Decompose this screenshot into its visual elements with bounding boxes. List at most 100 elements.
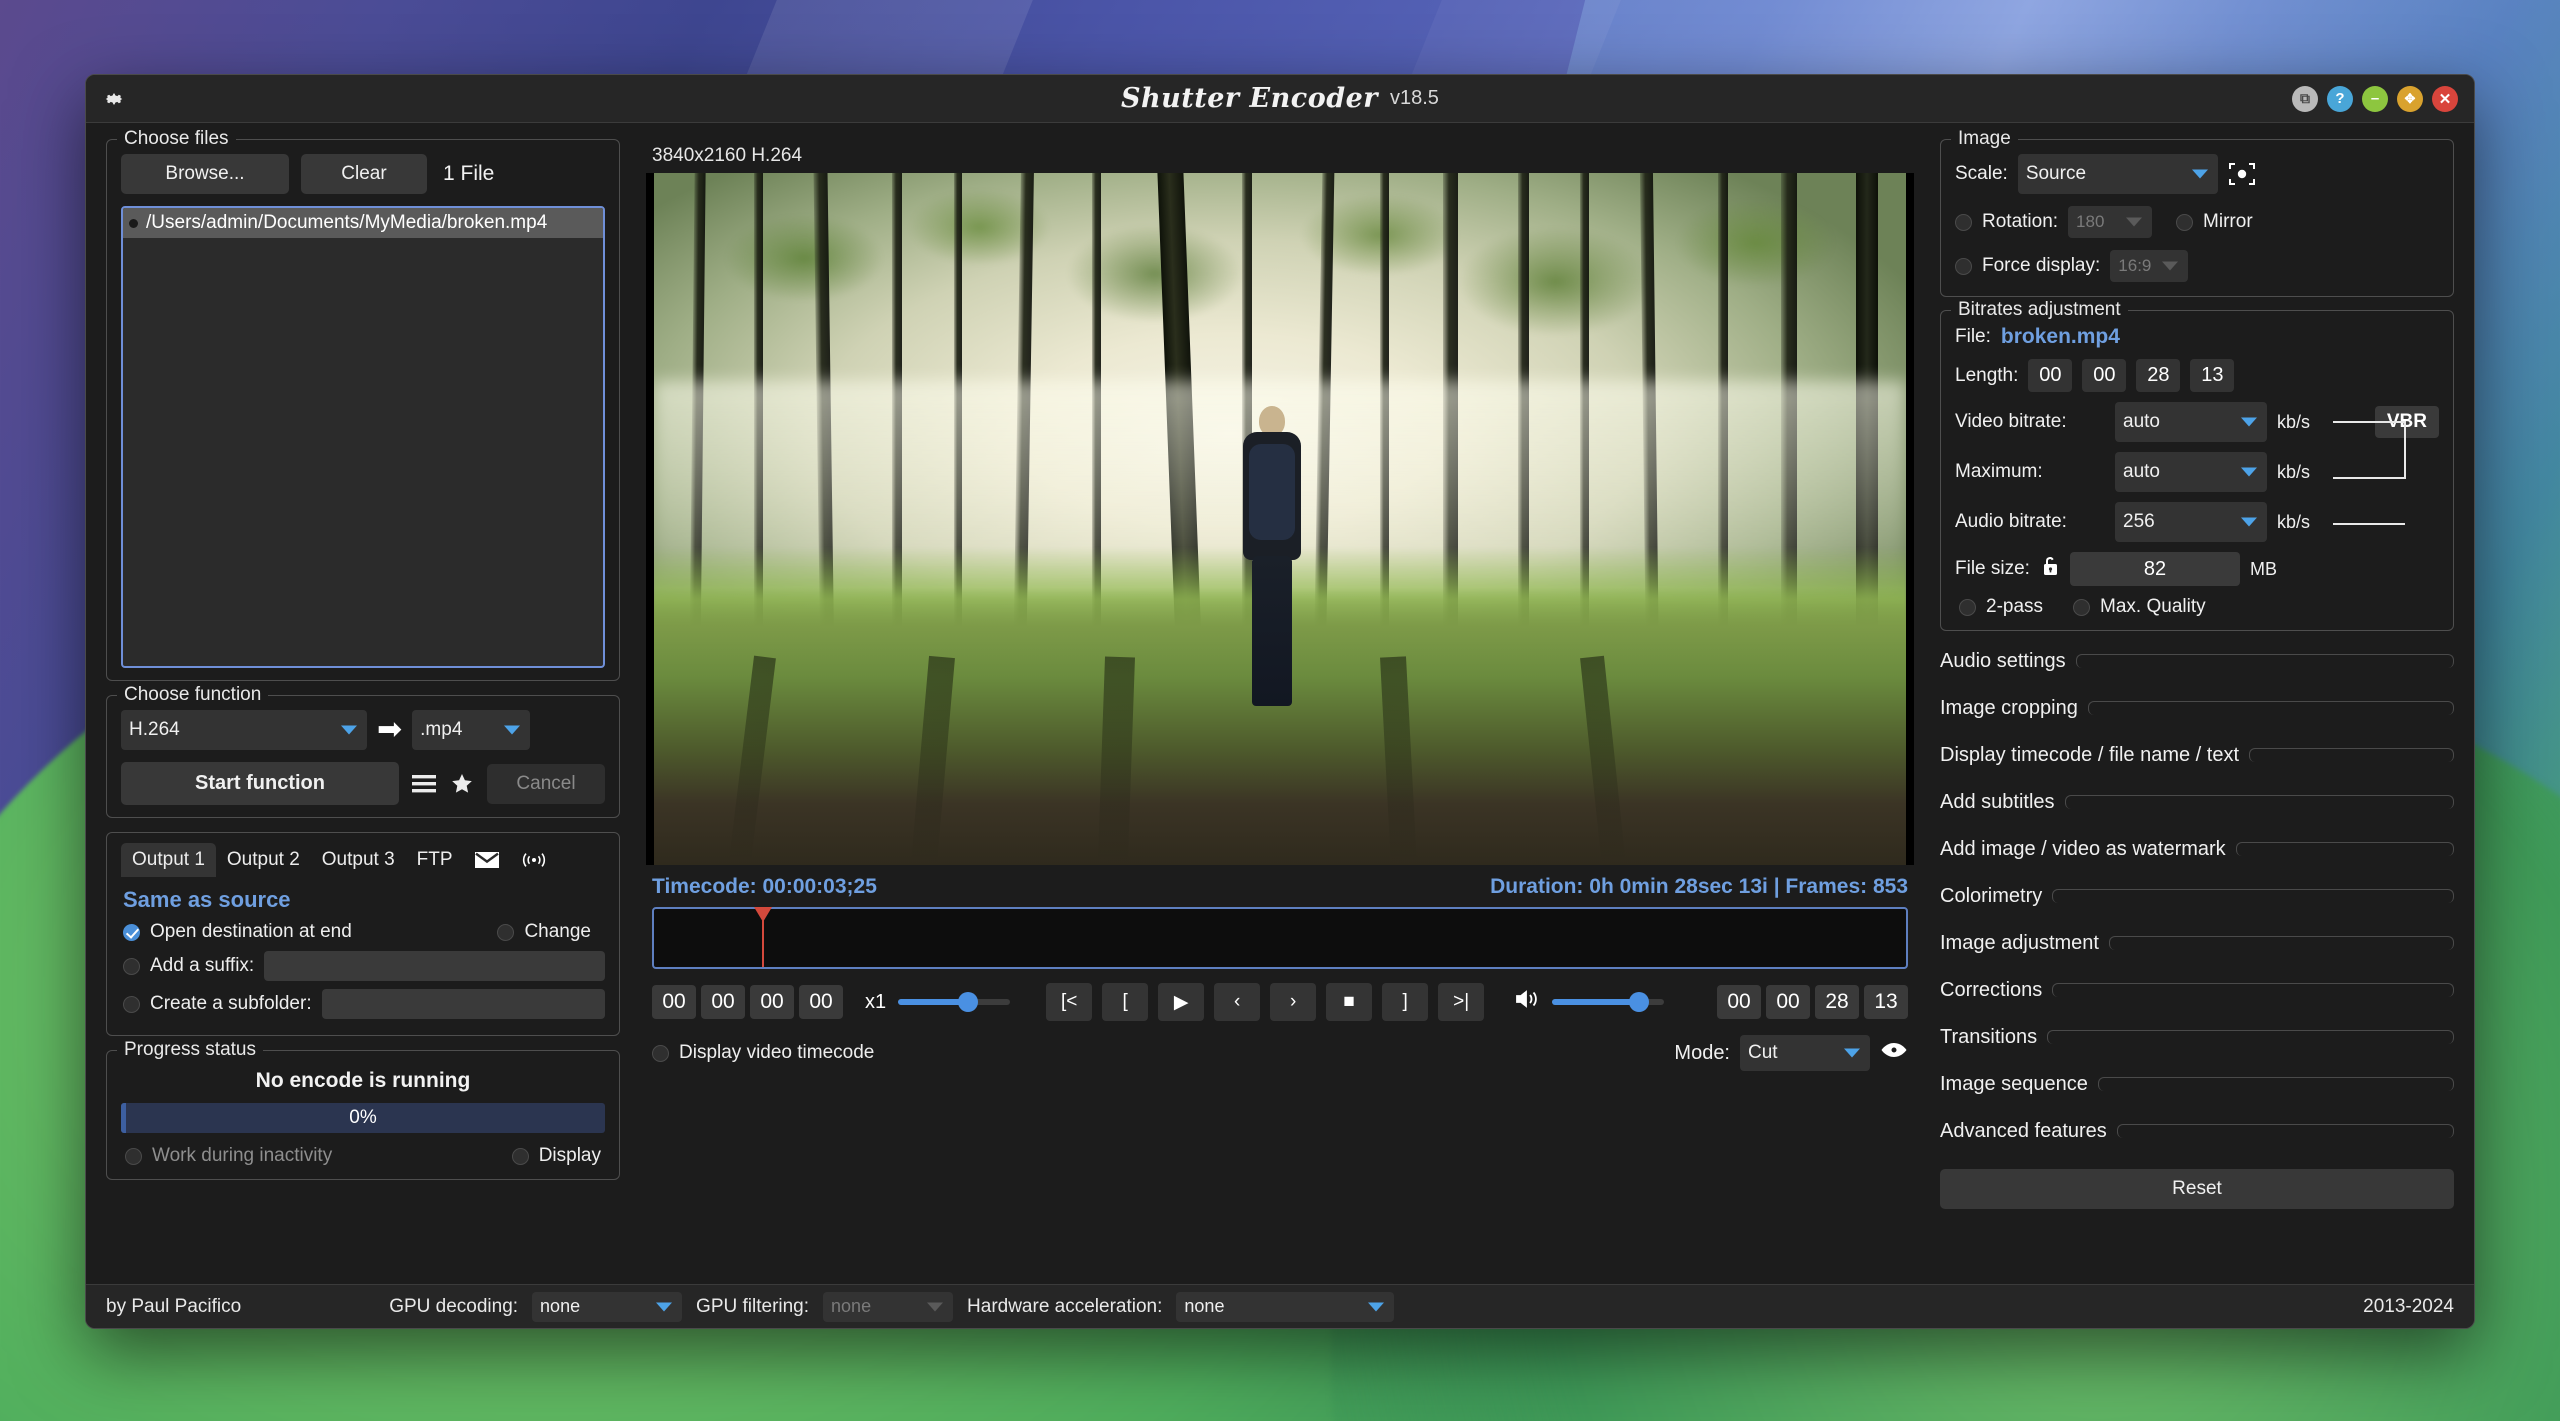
mark-in-button[interactable]: [ (1102, 983, 1149, 1021)
function-select[interactable]: H.264 (121, 710, 367, 750)
section-audio-settings[interactable]: Audio settings (1940, 644, 2454, 678)
audio-bitrate-select[interactable]: 256 (2115, 502, 2267, 542)
play-button[interactable]: ▶ (1158, 983, 1205, 1021)
two-pass-checkbox[interactable] (1959, 598, 1976, 616)
gear-icon[interactable] (102, 87, 126, 111)
mark-out-button[interactable]: ] (1382, 983, 1429, 1021)
reset-button[interactable]: Reset (1940, 1169, 2454, 1209)
clear-button[interactable]: Clear (301, 154, 427, 194)
close-button[interactable]: ✕ (2432, 85, 2458, 112)
section-display-timecode[interactable]: Display timecode / file name / text (1940, 738, 2454, 772)
cancel-button[interactable]: Cancel (487, 763, 605, 804)
go-to-start-button[interactable]: [< (1046, 983, 1093, 1021)
tab-output-1[interactable]: Output 1 (121, 843, 216, 877)
playhead-marker[interactable] (753, 907, 772, 967)
file-list[interactable]: /Users/admin/Documents/MyMedia/broken.mp… (121, 206, 605, 668)
mode-select[interactable]: Cut (1740, 1035, 1870, 1071)
progress-options: Work during inactivity Display (121, 1145, 605, 1167)
tab-output-2[interactable]: Output 2 (216, 843, 311, 877)
hamburger-menu-icon[interactable] (411, 773, 437, 795)
maximum-bitrate-select[interactable]: auto (2115, 452, 2267, 492)
display-checkbox[interactable] (511, 1147, 529, 1165)
video-bitrate-select[interactable]: auto (2115, 402, 2267, 442)
length-minutes[interactable]: 00 (2082, 359, 2127, 392)
speaker-icon[interactable] (1514, 988, 1540, 1017)
open-destination-row: Open destination at end Change (123, 921, 605, 943)
camera-snapshot-icon[interactable] (2228, 161, 2256, 187)
duplicate-window-button[interactable]: ⧉ (2292, 85, 2318, 112)
section-label: Corrections (1940, 978, 2043, 1001)
rotation-select[interactable]: 180 (2068, 206, 2153, 238)
length-seconds[interactable]: 28 (2136, 359, 2181, 392)
add-suffix-radio[interactable] (123, 957, 140, 975)
section-image-sequence[interactable]: Image sequence (1940, 1067, 2454, 1101)
list-item[interactable]: /Users/admin/Documents/MyMedia/broken.mp… (123, 208, 603, 238)
max-quality-checkbox[interactable] (2073, 598, 2091, 616)
step-forward-button[interactable]: › (1270, 983, 1317, 1021)
timeline-scrubber[interactable] (652, 907, 1908, 969)
in-tc-seconds[interactable]: 00 (750, 985, 794, 1019)
stop-button[interactable]: ■ (1326, 983, 1373, 1021)
star-icon[interactable] (449, 772, 475, 796)
section-add-watermark[interactable]: Add image / video as watermark (1940, 832, 2454, 866)
out-tc-hours[interactable]: 00 (1717, 985, 1761, 1019)
slider-knob[interactable] (1629, 992, 1650, 1012)
volume-slider[interactable] (1552, 991, 1665, 1013)
section-image-cropping[interactable]: Image cropping (1940, 691, 2454, 725)
out-tc-seconds[interactable]: 28 (1815, 985, 1859, 1019)
maximize-button[interactable]: ✥ (2397, 85, 2423, 112)
destination-label: Same as source (123, 887, 291, 912)
mirror-checkbox[interactable] (2176, 213, 2194, 231)
in-tc-minutes[interactable]: 00 (701, 985, 745, 1019)
eye-icon[interactable] (1880, 1040, 1908, 1066)
video-preview[interactable] (646, 173, 1914, 865)
file-size-label: File size: (1955, 558, 2030, 579)
section-label: Image cropping (1940, 696, 2078, 719)
chevron-down-icon (2126, 217, 2143, 227)
unlocked-padlock-icon[interactable] (2040, 554, 2060, 584)
minimize-button[interactable]: – (2362, 85, 2388, 112)
step-back-button[interactable]: ‹ (1214, 983, 1261, 1021)
section-add-subtitles[interactable]: Add subtitles (1940, 785, 2454, 819)
go-to-end-button[interactable]: >| (1438, 983, 1485, 1021)
section-advanced-features[interactable]: Advanced features (1940, 1114, 2454, 1148)
in-tc-frames[interactable]: 00 (799, 985, 843, 1019)
start-function-button[interactable]: Start function (121, 762, 399, 805)
tab-output-3[interactable]: Output 3 (311, 843, 406, 877)
gpu-decoding-select[interactable]: none (532, 1291, 683, 1322)
help-button[interactable]: ? (2327, 85, 2353, 112)
subfolder-input[interactable] (321, 989, 605, 1019)
out-tc-minutes[interactable]: 00 (1766, 985, 1810, 1019)
force-display-select[interactable]: 16:9 (2110, 250, 2189, 282)
window-body: Choose files Browse... Clear 1 File /Use… (86, 123, 2474, 1284)
file-size-input[interactable]: 82 (2069, 552, 2240, 586)
section-corrections[interactable]: Corrections (1940, 973, 2454, 1007)
work-inactivity-checkbox[interactable] (125, 1147, 142, 1165)
length-frames[interactable]: 13 (2190, 359, 2235, 392)
display-video-timecode-checkbox[interactable] (652, 1044, 669, 1062)
section-image-adjustment[interactable]: Image adjustment (1940, 926, 2454, 960)
mail-icon[interactable] (464, 847, 510, 873)
scale-select[interactable]: Source (2017, 154, 2218, 194)
playback-speed-slider[interactable] (898, 991, 1011, 1013)
broadcast-icon[interactable] (510, 847, 558, 873)
section-transitions[interactable]: Transitions (1940, 1020, 2454, 1054)
create-subfolder-radio[interactable] (123, 995, 140, 1013)
force-display-checkbox[interactable] (1955, 257, 1972, 275)
browse-button[interactable]: Browse... (121, 154, 289, 194)
rotation-checkbox[interactable] (1955, 213, 1972, 231)
extension-select[interactable]: .mp4 (412, 710, 531, 750)
in-tc-hours[interactable]: 00 (652, 985, 696, 1019)
length-hours[interactable]: 00 (2028, 359, 2073, 392)
change-radio[interactable] (497, 923, 515, 941)
section-colorimetry[interactable]: Colorimetry (1940, 879, 2454, 913)
out-tc-frames[interactable]: 13 (1864, 985, 1908, 1019)
tab-ftp[interactable]: FTP (406, 843, 464, 877)
gpu-filtering-select[interactable]: none (823, 1291, 954, 1322)
slider-knob[interactable] (957, 992, 978, 1012)
suffix-input[interactable] (264, 951, 605, 981)
open-destination-checkbox[interactable] (123, 923, 140, 941)
maximum-label: Maximum: (1955, 461, 2043, 482)
length-row: Length: 00 00 28 13 (1955, 359, 2439, 392)
hardware-acceleration-select[interactable]: none (1176, 1291, 1395, 1322)
